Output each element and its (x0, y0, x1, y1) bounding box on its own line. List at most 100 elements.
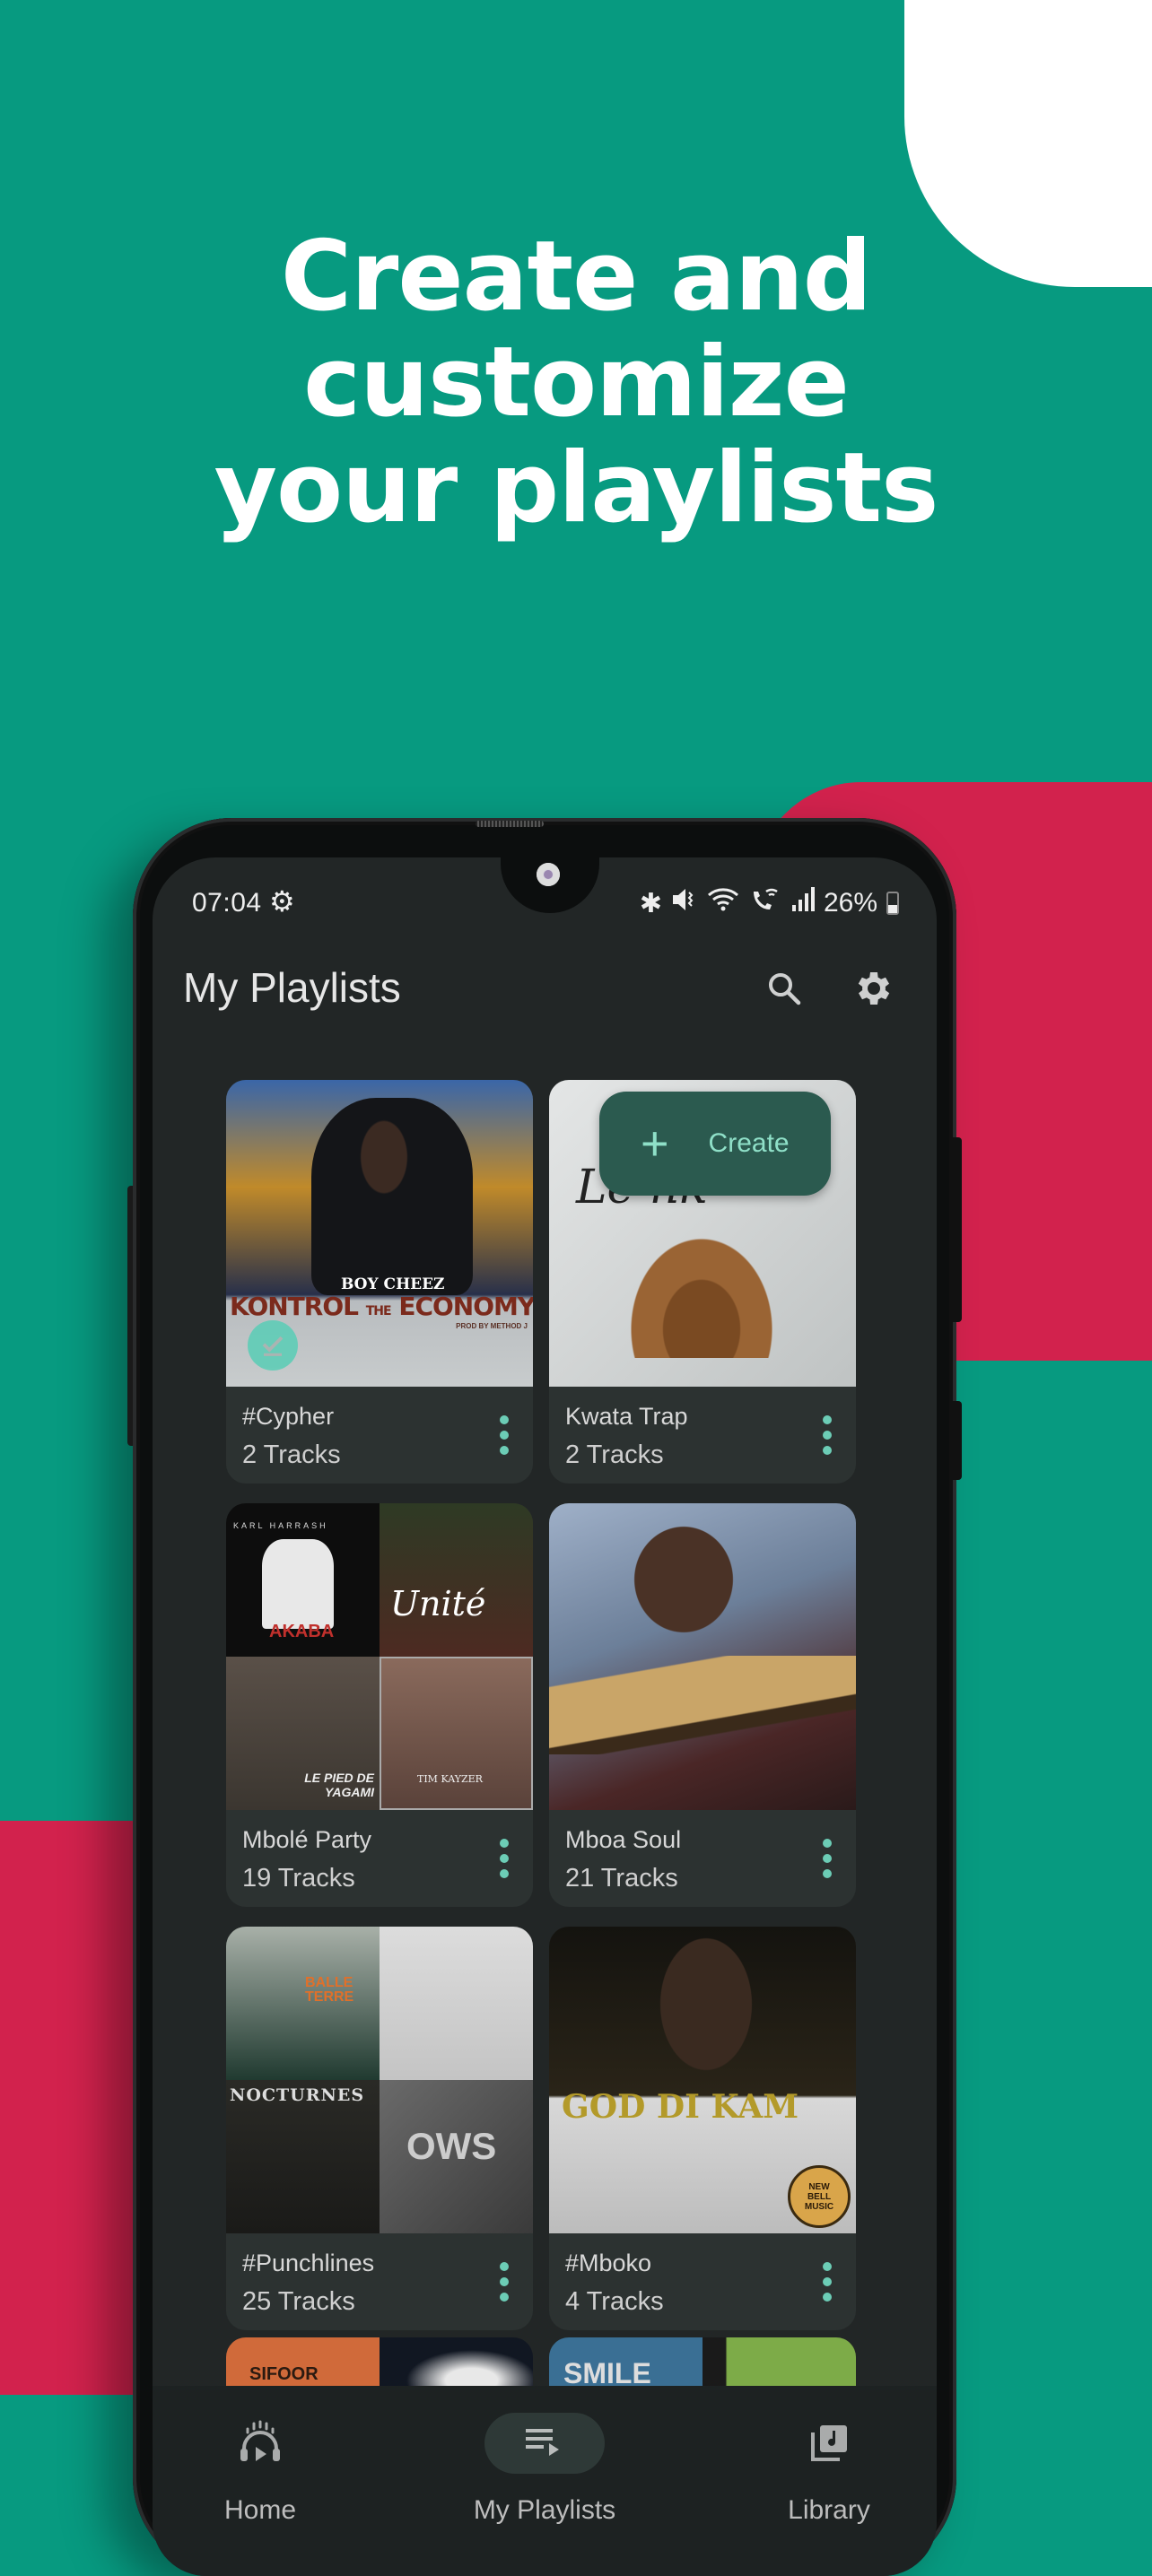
collage-tile: SIFOOR (226, 2337, 380, 2391)
bottom-navigation: Home My Playlists Library (153, 2386, 937, 2576)
more-vert-icon (500, 1839, 509, 1848)
more-options-button[interactable] (493, 1839, 515, 1878)
playlist-title: #Punchlines (242, 2250, 375, 2276)
playlist-track-count: 25 Tracks (242, 2287, 355, 2316)
gear-icon (858, 972, 890, 1005)
collage-tile: TIM KAYZER (380, 1657, 533, 1810)
downloaded-badge (248, 1320, 298, 1371)
nav-home[interactable]: Home (153, 2386, 368, 2565)
playlist-info: #Cypher 2 Tracks (226, 1387, 533, 1484)
power-button (953, 1401, 962, 1480)
playlist-card[interactable]: BALLE TERRE NOCTURNES OWS #Punchlines 25… (226, 1927, 533, 2330)
playlist-card[interactable]: KARL HARRASH AKABA Unité LE PIED DE YAGA… (226, 1503, 533, 1907)
playlist-grid: BOY CHEEZ KONTROL THE ECONOMY PROD BY ME… (226, 1080, 868, 2330)
playlist-card[interactable]: Mboa Soul 21 Tracks (549, 1503, 856, 1907)
nav-library-icon-wrap (769, 2413, 889, 2474)
collage-tile: KARL HARRASH AKABA (226, 1503, 380, 1657)
nav-label: My Playlists (473, 2495, 616, 2525)
cover-leaves (612, 1214, 791, 1358)
more-vert-icon (823, 1839, 832, 1848)
playlist-track-count: 21 Tracks (565, 1864, 678, 1893)
playlist-cover: KARL HARRASH AKABA Unité LE PIED DE YAGA… (226, 1503, 533, 1810)
nav-label: Library (788, 2495, 870, 2525)
playlist-info: #Mboko 4 Tracks (549, 2233, 856, 2330)
app-bar: My Playlists (153, 947, 937, 1037)
create-label: Create (708, 1128, 790, 1158)
collage-tile (380, 1927, 533, 2080)
playlist-info: Mboa Soul 21 Tracks (549, 1810, 856, 1907)
collage-tile (703, 2337, 856, 2391)
status-icons: ✱ 26% (640, 886, 899, 920)
nav-my-playlists[interactable]: My Playlists (437, 2386, 652, 2565)
playlist-track-count: 4 Tracks (565, 2287, 664, 2316)
volume-button (953, 1137, 962, 1322)
more-options-button[interactable] (493, 1415, 515, 1455)
headline-line-2: customize (303, 326, 850, 439)
system-gear-icon: ⚙ (269, 885, 295, 918)
phone-speaker (476, 821, 544, 827)
playlist-cover (549, 1503, 856, 1810)
playlist-info: Mbolé Party 19 Tracks (226, 1810, 533, 1907)
library-music-icon (811, 2425, 847, 2461)
cover-title-word: ECONOMY (398, 1292, 533, 1321)
more-vert-icon (500, 2262, 509, 2271)
collage-tile: Unité (380, 1503, 533, 1657)
nav-active-indicator (484, 2413, 605, 2474)
headline-line-1: Create and (280, 221, 872, 333)
playlist-card-partial[interactable]: SMILE (549, 2337, 856, 2391)
playlist-card-partial[interactable]: SIFOOR (226, 2337, 533, 2391)
collage-text: NOCTURNES (230, 2085, 365, 2105)
cover-title: GOD DI KAM (562, 2088, 799, 2126)
playlist-track-count: 19 Tracks (242, 1864, 355, 1893)
more-vert-icon (823, 1415, 832, 1424)
playlist-card[interactable]: BOY CHEEZ KONTROL THE ECONOMY PROD BY ME… (226, 1080, 533, 1484)
playlist-info: Kwata Trap 2 Tracks (549, 1387, 856, 1484)
nav-home-icon-wrap (200, 2413, 320, 2474)
settings-button[interactable] (843, 960, 901, 1017)
cover-collage: BALLE TERRE NOCTURNES OWS (226, 1927, 533, 2233)
playlist-cover: BALLE TERRE NOCTURNES OWS (226, 1927, 533, 2233)
headline-line-3: your playlists (214, 432, 939, 544)
home-headphones-icon (240, 2420, 280, 2461)
nav-label: Home (223, 2495, 297, 2525)
plus-icon: + (641, 1117, 669, 1171)
playlist-track-count: 2 Tracks (242, 1440, 341, 1469)
more-options-button[interactable] (816, 1839, 838, 1878)
collage-text: AKABA (269, 1622, 335, 1641)
label-badge-text: NEW BELL MUSIC (804, 2181, 834, 2212)
battery-percent: 26% (823, 888, 877, 918)
side-key (127, 1186, 133, 1446)
cover-figure (621, 1512, 746, 1647)
page-title: My Playlists (183, 964, 401, 1011)
cover-artist: BOY CHEEZ (341, 1275, 445, 1293)
playlist-track-count: 2 Tracks (565, 1440, 664, 1469)
more-options-button[interactable] (493, 2262, 515, 2302)
cover-title-word: KONTROL (230, 1292, 359, 1321)
more-options-button[interactable] (816, 2262, 838, 2302)
cover-figure (648, 1936, 764, 2088)
cover-guitar (549, 1656, 856, 1754)
search-icon (769, 973, 801, 1005)
bluetooth-icon: ✱ (639, 888, 662, 918)
collage-text: TIM KAYZER (417, 1773, 483, 1785)
create-playlist-button[interactable]: + Create (599, 1092, 831, 1196)
playlist-grid-next-row: SIFOOR SMILE (226, 2337, 868, 2391)
collage-text: BALLE TERRE (305, 1975, 354, 2005)
status-time: 07:04 (192, 888, 262, 918)
download-done-icon (262, 1336, 284, 1356)
playlist-cover: BOY CHEEZ KONTROL THE ECONOMY PROD BY ME… (226, 1080, 533, 1387)
collage-tile: SMILE (549, 2337, 703, 2391)
more-options-button[interactable] (816, 1415, 838, 1455)
cover-title: KONTROL THE ECONOMY (230, 1292, 533, 1321)
search-button[interactable] (755, 960, 813, 1017)
label-badge: NEW BELL MUSIC (788, 2165, 851, 2228)
nav-library[interactable]: Library (721, 2386, 937, 2565)
wifi-calling-icon (750, 886, 782, 920)
playlist-title: Kwata Trap (565, 1403, 688, 1430)
status-bar: 07:04 ⚙ ✱ 26% (153, 857, 937, 938)
more-vert-icon (500, 1415, 509, 1424)
battery-icon (886, 892, 899, 915)
playlist-card[interactable]: GOD DI KAM NEW BELL MUSIC #Mboko 4 Track… (549, 1927, 856, 2330)
phone-mockup: 07:04 ⚙ ✱ 26% My Playlists BOY CHEEZ KON… (127, 818, 962, 2576)
collage-tile: OWS (380, 2080, 533, 2233)
